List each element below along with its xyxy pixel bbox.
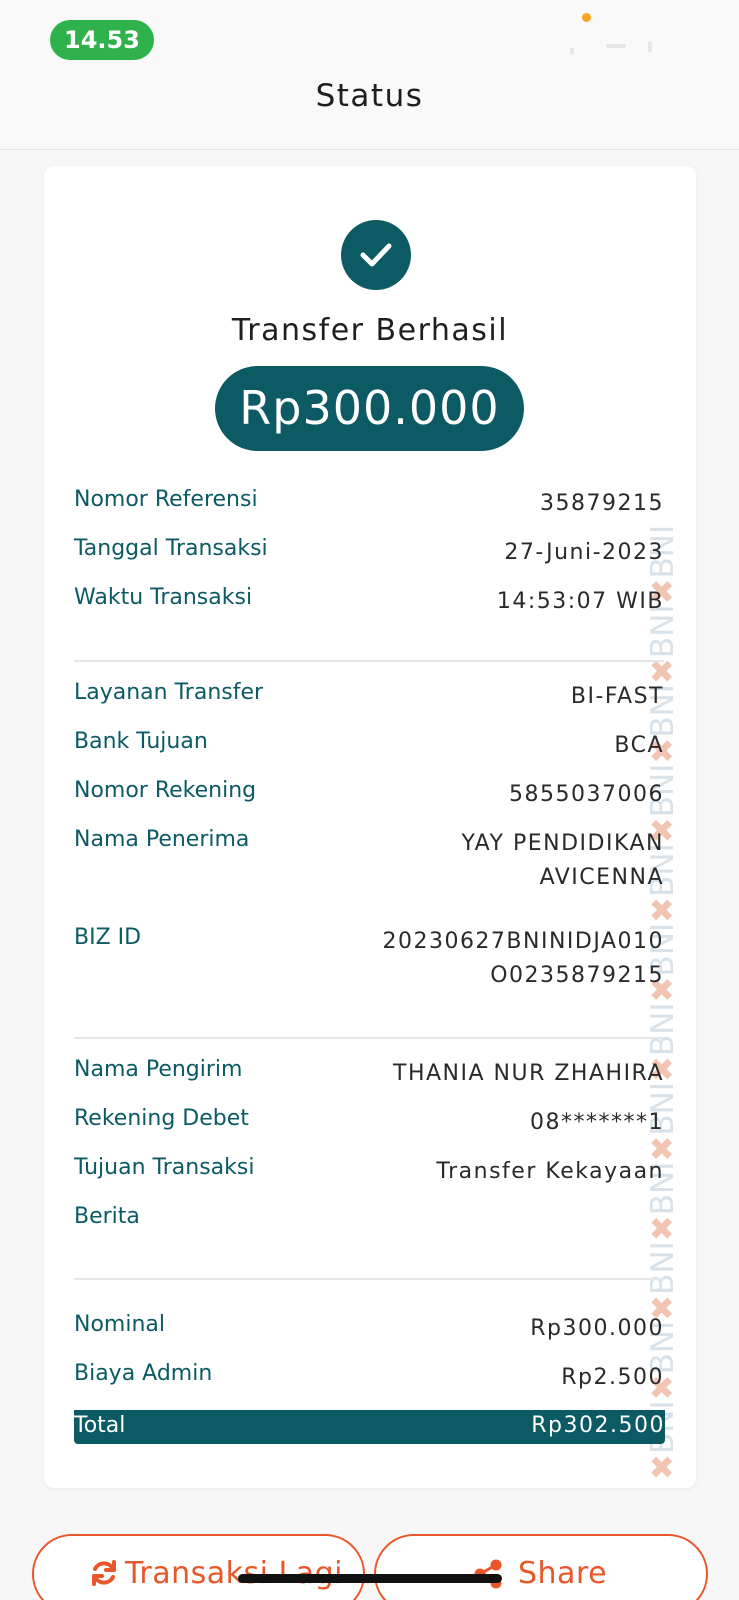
detail-label: Tujuan Transaksi	[74, 1155, 255, 1180]
check-icon	[341, 220, 411, 290]
detail-value: Rp2.500	[561, 1365, 664, 1390]
watermark-logo-mark: ✖	[645, 1454, 681, 1480]
detail-row-purpose: Tujuan Transaksi Transfer Kekayaan	[74, 1155, 664, 1191]
detail-row-recipient: Nama Penerima YAY PENDIDIKAN AVICENNA	[74, 827, 664, 899]
detail-value: BCA	[614, 733, 664, 758]
detail-value: 27-Juni-2023	[504, 540, 664, 565]
battery-icon	[648, 42, 652, 52]
detail-label: Nama Pengirim	[74, 1057, 243, 1082]
detail-label: Nama Penerima	[74, 827, 250, 852]
watermark-logo-mark: ✖	[645, 896, 681, 923]
detail-label: Rekening Debet	[74, 1106, 249, 1131]
status-icons	[570, 38, 670, 58]
total-row: Total Rp302.500	[74, 1410, 665, 1444]
transfer-amount: Rp300.000	[215, 366, 524, 451]
section-divider	[74, 1037, 664, 1039]
total-value: Rp302.500	[531, 1413, 665, 1438]
detail-row-service: Layanan Transfer BI-FAST	[74, 680, 664, 716]
detail-label: Nomor Referensi	[74, 487, 258, 512]
detail-value: THANIA NUR ZHAHIRA	[393, 1061, 664, 1086]
detail-row-nominal: Nominal Rp300.000	[74, 1312, 664, 1348]
detail-label: Berita	[74, 1204, 140, 1229]
detail-value: 08*******1	[530, 1110, 664, 1135]
detail-value: BI-FAST	[570, 684, 664, 709]
privacy-indicator-dot	[582, 13, 591, 22]
home-indicator	[238, 1574, 502, 1583]
detail-label: Waktu Transaksi	[74, 585, 253, 610]
detail-label: Nomor Rekening	[74, 778, 257, 803]
watermark-text: BNI	[645, 1002, 681, 1057]
detail-value: Rp300.000	[530, 1316, 664, 1341]
share-label: Share	[518, 1556, 608, 1591]
detail-value: Transfer Kekayaan	[436, 1159, 664, 1184]
detail-row-date: Tanggal Transaksi 27-Juni-2023	[74, 536, 664, 572]
page-title: Status	[315, 78, 424, 114]
total-label: Total	[74, 1413, 126, 1438]
detail-row-debit-account: Rekening Debet 08*******1	[74, 1106, 664, 1142]
detail-label: Tanggal Transaksi	[74, 536, 268, 561]
status-time: 14.53	[50, 20, 154, 60]
detail-row-message: Berita	[74, 1204, 664, 1240]
detail-label: Biaya Admin	[74, 1361, 213, 1386]
detail-value: YAY PENDIDIKAN AVICENNA	[461, 831, 664, 890]
transaksi-lagi-button[interactable]: Transaksi Lagi	[32, 1534, 365, 1600]
detail-value: 35879215	[540, 491, 664, 516]
section-divider	[74, 660, 664, 662]
watermark-text: BNI	[645, 1241, 681, 1295]
wifi-icon	[606, 44, 626, 48]
detail-row-biz-id: BIZ ID 20230627BNINIDJA010O0235879215	[74, 925, 664, 997]
detail-value: 14:53:07 WIB	[496, 589, 664, 614]
app-header: 14.53 Status	[0, 0, 739, 150]
section-divider	[74, 1278, 664, 1280]
detail-row-sender: Nama Pengirim THANIA NUR ZHAHIRA	[74, 1057, 664, 1093]
refresh-icon	[89, 1558, 119, 1596]
transfer-status-title: Transfer Berhasil	[231, 313, 509, 348]
detail-row-reference: Nomor Referensi 35879215	[74, 487, 664, 523]
detail-value: 20230627BNINIDJA010O0235879215	[382, 929, 664, 988]
detail-label: Layanan Transfer	[74, 680, 264, 705]
detail-label: Bank Tujuan	[74, 729, 208, 754]
signal-icon	[570, 48, 574, 54]
detail-row-time: Waktu Transaksi 14:53:07 WIB	[74, 585, 664, 621]
share-button[interactable]: Share	[374, 1534, 708, 1600]
detail-row-admin-fee: Biaya Admin Rp2.500	[74, 1361, 664, 1397]
detail-row-bank: Bank Tujuan BCA	[74, 729, 664, 765]
detail-row-account: Nomor Rekening 5855037006	[74, 778, 664, 814]
detail-value: 5855037006	[509, 782, 664, 807]
detail-label: BIZ ID	[74, 925, 142, 950]
detail-label: Nominal	[74, 1312, 165, 1337]
